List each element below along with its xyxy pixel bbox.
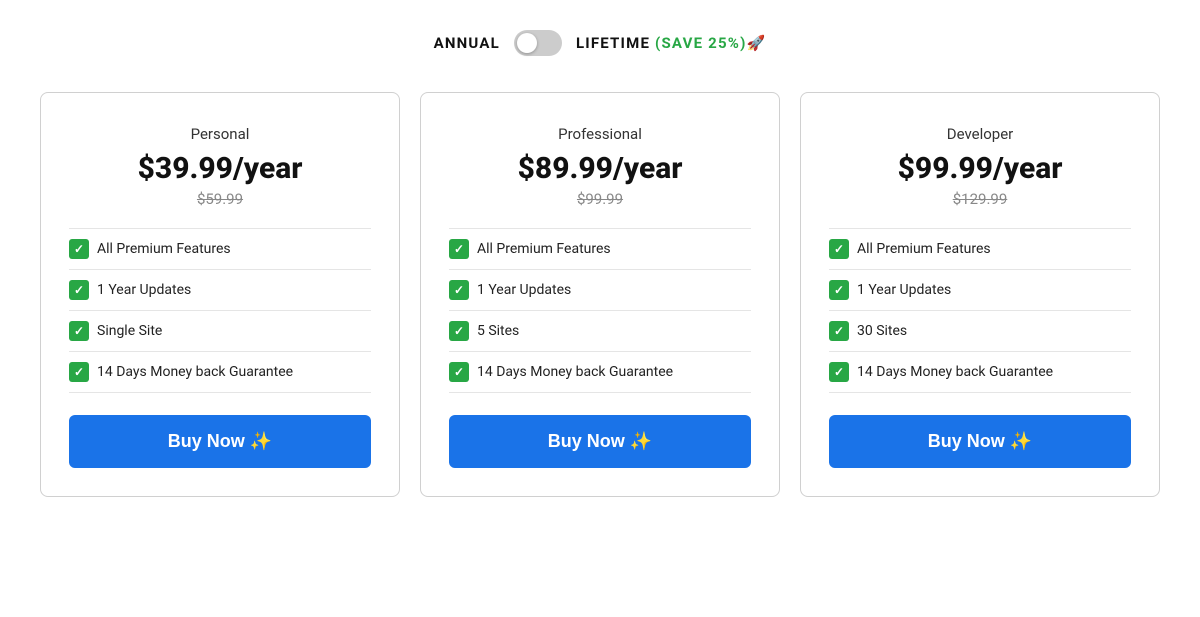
feature-item: ✓ Single Site [69,311,371,352]
save-badge: (SAVE 25%)🚀 [655,34,766,52]
feature-item: ✓ All Premium Features [829,228,1131,270]
check-icon: ✓ [829,239,849,259]
feature-text: All Premium Features [97,241,231,257]
lifetime-label: LIFETIME (SAVE 25%)🚀 [576,34,767,52]
feature-text: 30 Sites [857,323,907,339]
check-icon: ✓ [69,239,89,259]
check-icon: ✓ [449,239,469,259]
check-icon: ✓ [449,321,469,341]
feature-item: ✓ 5 Sites [449,311,751,352]
plan-price: $99.99/year [829,151,1131,186]
annual-label: ANNUAL [434,34,500,52]
buy-now-button[interactable]: Buy Now ✨ [829,415,1131,468]
feature-item: ✓ All Premium Features [449,228,751,270]
feature-item: ✓ 1 Year Updates [69,270,371,311]
feature-item: ✓ All Premium Features [69,228,371,270]
check-icon: ✓ [829,321,849,341]
feature-text: All Premium Features [477,241,611,257]
feature-text: 1 Year Updates [477,282,571,298]
feature-text: All Premium Features [857,241,991,257]
plan-original-price: $129.99 [829,190,1131,208]
feature-text: 1 Year Updates [97,282,191,298]
buy-now-button[interactable]: Buy Now ✨ [69,415,371,468]
feature-item: ✓ 1 Year Updates [449,270,751,311]
check-icon: ✓ [69,280,89,300]
feature-text: 5 Sites [477,323,519,339]
plan-original-price: $59.99 [69,190,371,208]
pricing-cards: Personal $39.99/year $59.99 ✓ All Premium Fe… [30,92,1170,497]
check-icon: ✓ [829,362,849,382]
check-icon: ✓ [829,280,849,300]
plan-original-price: $99.99 [449,190,751,208]
check-icon: ✓ [69,362,89,382]
feature-item: ✓ 1 Year Updates [829,270,1131,311]
features-list: ✓ All Premium Features ✓ 1 Year Updates ✓ Sin… [69,228,371,393]
billing-toggle-switch[interactable] [514,30,562,56]
feature-item: ✓ 14 Days Money back Guarantee [69,352,371,393]
feature-text: 14 Days Money back Guarantee [857,364,1053,380]
toggle-thumb [517,33,537,53]
plan-price: $39.99/year [69,151,371,186]
feature-item: ✓ 14 Days Money back Guarantee [449,352,751,393]
check-icon: ✓ [69,321,89,341]
check-icon: ✓ [449,280,469,300]
feature-text: 14 Days Money back Guarantee [97,364,293,380]
features-list: ✓ All Premium Features ✓ 1 Year Updates ✓ 5 S… [449,228,751,393]
feature-item: ✓ 30 Sites [829,311,1131,352]
plan-name: Professional [449,125,751,143]
plan-card-developer: Developer $99.99/year $129.99 ✓ All Premium … [800,92,1160,497]
plan-card-personal: Personal $39.99/year $59.99 ✓ All Premium Fe… [40,92,400,497]
feature-text: 1 Year Updates [857,282,951,298]
buy-now-button[interactable]: Buy Now ✨ [449,415,751,468]
plan-name: Developer [829,125,1131,143]
plan-price: $89.99/year [449,151,751,186]
feature-text: 14 Days Money back Guarantee [477,364,673,380]
feature-item: ✓ 14 Days Money back Guarantee [829,352,1131,393]
features-list: ✓ All Premium Features ✓ 1 Year Updates ✓ 30 … [829,228,1131,393]
billing-toggle: ANNUAL LIFETIME (SAVE 25%)🚀 [434,30,767,56]
check-icon: ✓ [449,362,469,382]
plan-card-professional: Professional $89.99/year $99.99 ✓ All Premiu… [420,92,780,497]
plan-name: Personal [69,125,371,143]
feature-text: Single Site [97,323,162,339]
